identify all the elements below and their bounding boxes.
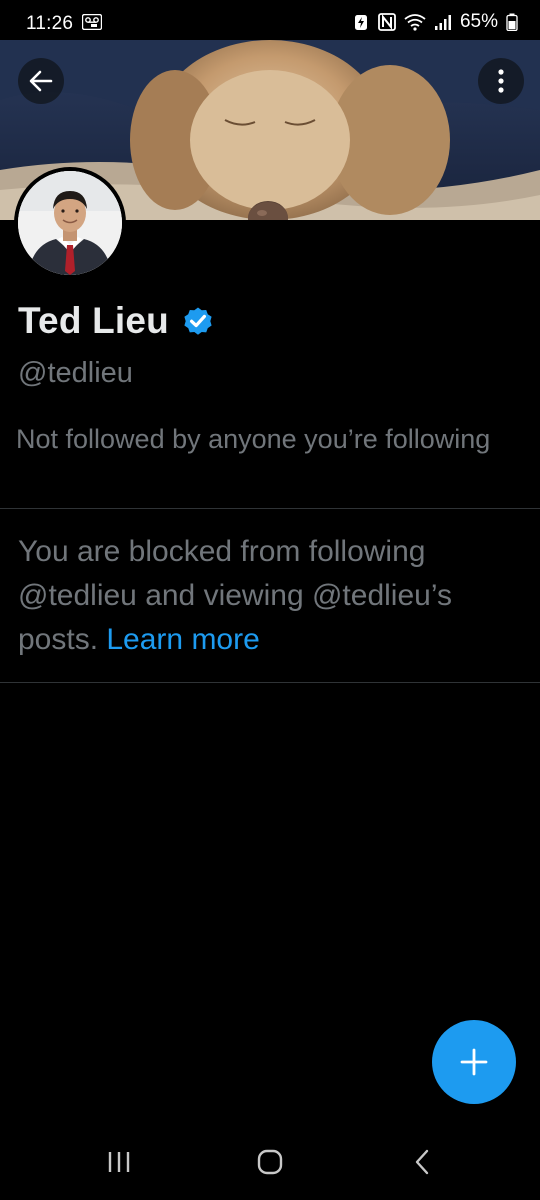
compose-post-button[interactable] xyxy=(432,1020,516,1104)
wifi-icon xyxy=(404,14,426,31)
followed-by-text[interactable]: Not followed by anyone you’re following xyxy=(16,420,516,458)
more-options-button[interactable] xyxy=(478,58,524,104)
battery-percent: 65% xyxy=(459,11,498,32)
status-time: 11:26 xyxy=(26,13,74,34)
voicemail-icon xyxy=(82,14,102,30)
display-name: Ted Lieu xyxy=(18,300,169,341)
divider xyxy=(0,508,540,509)
divider xyxy=(0,682,540,683)
profile-name-row: Ted Lieu xyxy=(18,300,215,342)
signal-icon xyxy=(434,15,451,30)
home-icon xyxy=(257,1149,283,1175)
status-bar: 11:26 65% xyxy=(0,0,540,44)
back-button[interactable] xyxy=(18,58,64,104)
battery-icon xyxy=(506,13,518,31)
recents-icon xyxy=(108,1152,130,1172)
system-back-button[interactable] xyxy=(397,1142,447,1182)
back-chevron-icon xyxy=(415,1149,429,1175)
arrow-left-icon xyxy=(29,70,53,92)
avatar-portrait xyxy=(18,171,122,275)
blocked-notice: You are blocked from following @tedlieu … xyxy=(18,530,523,662)
system-nav-bar xyxy=(0,1120,540,1200)
plus-icon xyxy=(460,1048,488,1076)
avatar[interactable] xyxy=(14,167,126,279)
learn-more-link[interactable]: Learn more xyxy=(106,623,259,656)
verified-badge-icon[interactable] xyxy=(181,304,215,338)
more-vertical-icon xyxy=(498,69,504,93)
recents-button[interactable] xyxy=(94,1142,144,1182)
profile-handle: @tedlieu xyxy=(18,357,133,389)
nfc-icon xyxy=(378,13,396,31)
avatar-photo xyxy=(18,171,122,275)
battery-saver-icon xyxy=(354,15,367,30)
home-button[interactable] xyxy=(245,1142,295,1182)
